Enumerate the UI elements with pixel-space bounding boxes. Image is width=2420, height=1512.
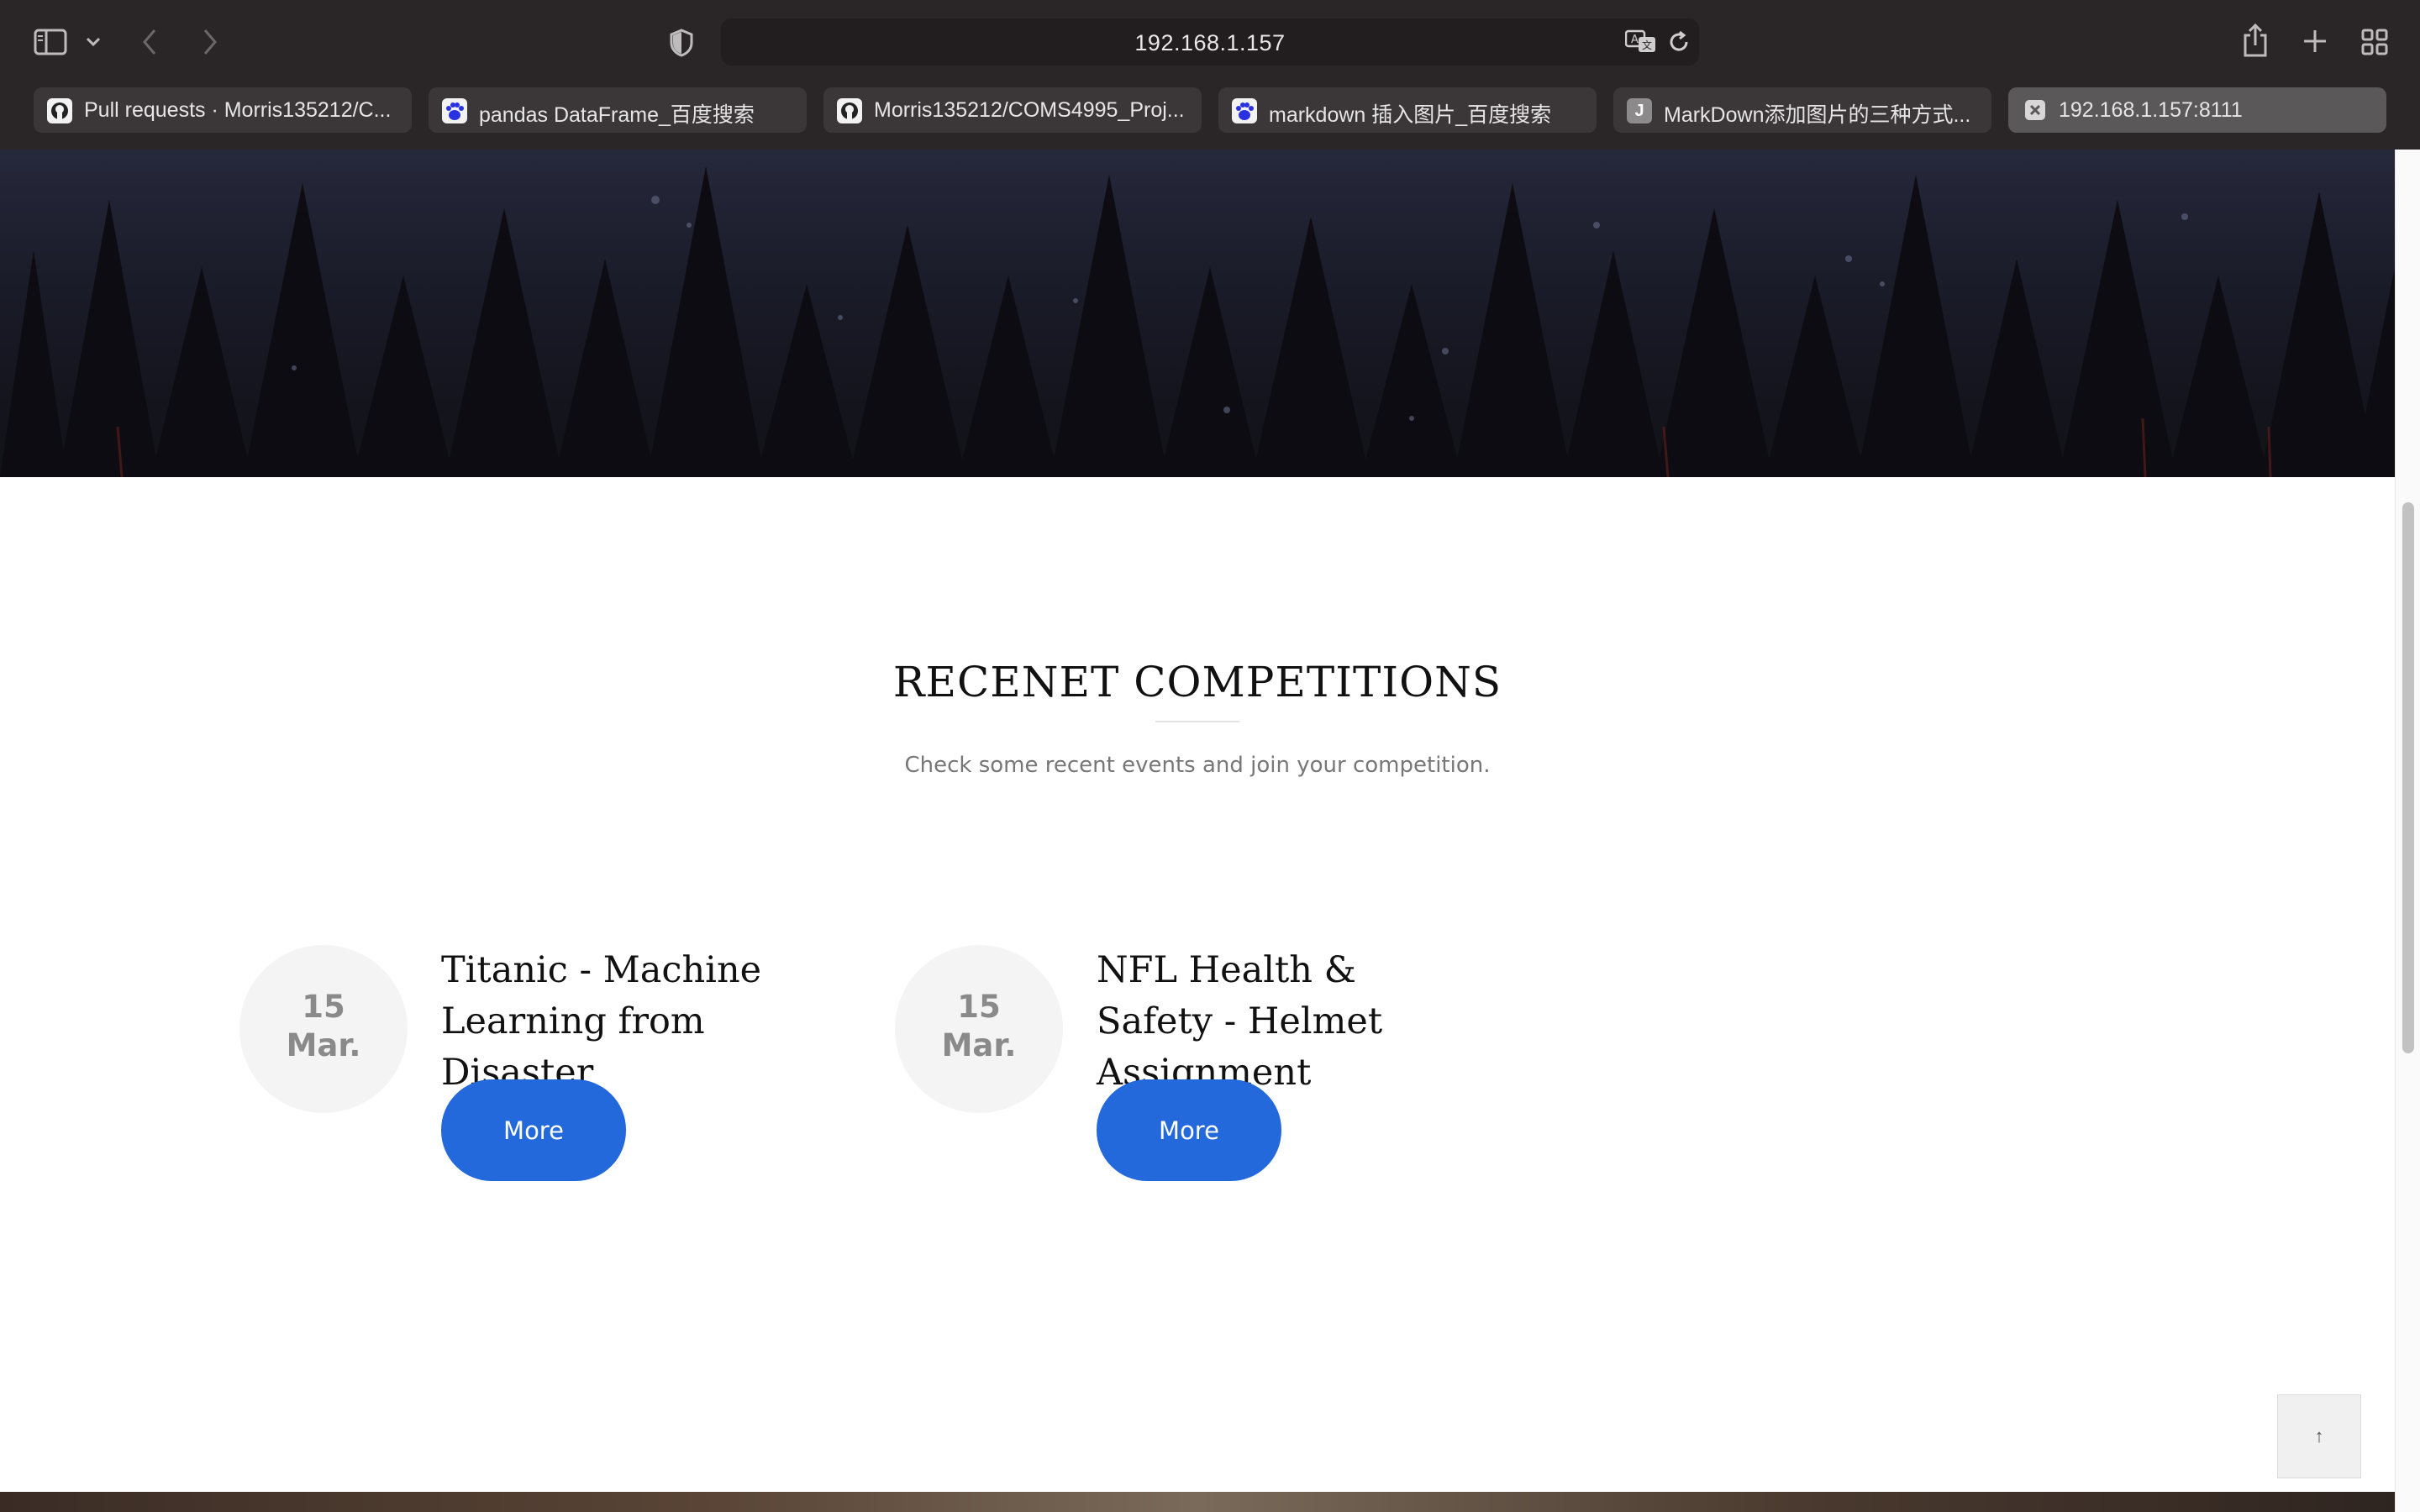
forward-icon[interactable] (202, 29, 218, 55)
tab-pull-requests[interactable]: Pull requests · Morris135212/C... (34, 87, 412, 133)
svg-text:A: A (1631, 34, 1639, 46)
date-day: 15 (302, 989, 345, 1025)
github-icon (837, 98, 862, 123)
github-icon (47, 98, 72, 123)
tab-title: markdown 插入图片_百度搜索 (1269, 103, 1552, 127)
back-to-top-button[interactable]: ↑ (2277, 1394, 2361, 1478)
section-subtitle: Check some recent events and join your c… (904, 753, 1491, 778)
back-icon[interactable] (141, 29, 158, 55)
more-button[interactable]: More (441, 1079, 626, 1181)
tab-title: Morris135212/COMS4995_Proj... (874, 98, 1185, 122)
chevron-down-icon[interactable] (86, 37, 101, 47)
scrollbar-thumb[interactable] (2402, 502, 2414, 1053)
tab-title: Pull requests · Morris135212/C... (84, 98, 392, 122)
date-badge: 15 Mar. (895, 945, 1063, 1113)
close-icon[interactable] (2025, 100, 2045, 120)
hero-forest-image (0, 150, 2395, 477)
tab-current-page[interactable]: 192.168.1.157:8111 (2008, 87, 2386, 133)
share-icon[interactable] (2242, 24, 2269, 57)
tab-pandas-search[interactable]: pandas DataFrame_百度搜索 (429, 87, 807, 133)
next-section-image (0, 1492, 2395, 1512)
date-day: 15 (957, 989, 1001, 1025)
tab-markdown-search[interactable]: markdown 插入图片_百度搜索 (1218, 87, 1597, 133)
page-viewport: RECENET COMPETITIONS Check some recent e… (0, 150, 2395, 1512)
browser-toolbar: 192.168.1.157 A文 (0, 0, 2420, 84)
baidu-paw-icon (1232, 98, 1257, 123)
new-tab-icon[interactable] (2302, 29, 2328, 54)
reload-icon[interactable] (1667, 30, 1691, 54)
baidu-paw-icon (442, 98, 467, 123)
tab-title: 192.168.1.157:8111 (2059, 98, 2243, 122)
competition-title[interactable]: Titanic - Machine Learning from Disaster (441, 945, 828, 1099)
translate-icon[interactable]: A文 (1625, 29, 1657, 54)
tab-coms4995-repo[interactable]: Morris135212/COMS4995_Proj... (823, 87, 1202, 133)
letter-j-icon: J (1627, 98, 1652, 123)
competition-card-titanic: 15 Mar. Titanic - Machine Learning from … (239, 945, 828, 1197)
competition-title[interactable]: NFL Health & Safety - Helmet Assignment (1097, 945, 1483, 1099)
date-month: Mar. (286, 1027, 361, 1063)
date-month: Mar. (941, 1027, 1017, 1063)
section-title: RECENET COMPETITIONS (892, 658, 1502, 706)
tab-bar: Pull requests · Morris135212/C... pandas… (0, 84, 2420, 150)
scrollbar[interactable] (2395, 150, 2420, 1512)
privacy-shield-icon[interactable] (669, 29, 694, 57)
tab-overview-icon[interactable] (2361, 29, 2388, 55)
tab-markdown-article[interactable]: J MarkDown添加图片的三种方式... (1613, 87, 1991, 133)
competition-card-nfl: 15 Mar. NFL Health & Safety - Helmet Ass… (895, 945, 1483, 1197)
more-button[interactable]: More (1097, 1079, 1281, 1181)
svg-text:文: 文 (1642, 39, 1652, 51)
date-badge: 15 Mar. (239, 945, 408, 1113)
address-bar[interactable]: 192.168.1.157 (721, 18, 1699, 66)
title-divider (1155, 721, 1239, 722)
address-text: 192.168.1.157 (1134, 30, 1286, 55)
tab-title: pandas DataFrame_百度搜索 (479, 103, 755, 127)
tab-title: MarkDown添加图片的三种方式... (1664, 103, 1971, 127)
sidebar-icon[interactable] (34, 29, 67, 55)
